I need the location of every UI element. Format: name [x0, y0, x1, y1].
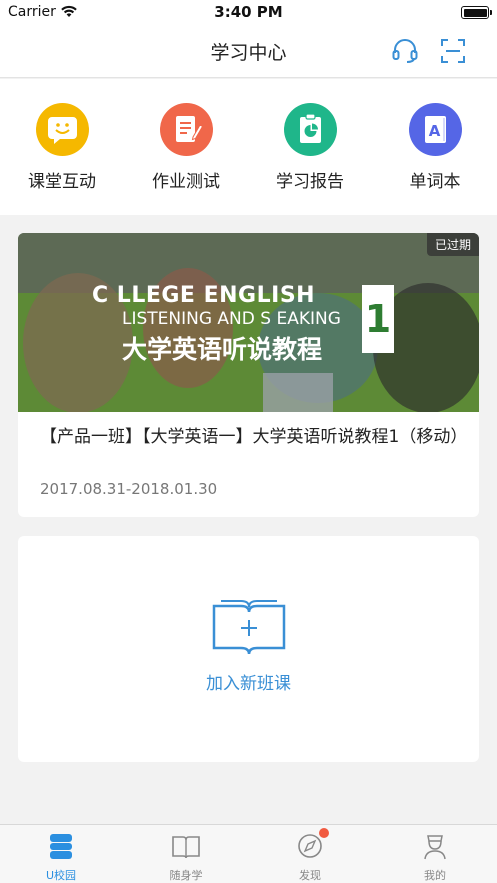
notification-dot	[319, 828, 329, 838]
tab-bar: U校园 随身学 发现 我的	[0, 824, 497, 883]
cover-title-cn: 大学英语听说教程	[122, 335, 323, 364]
notepad-pen-icon	[159, 103, 213, 156]
open-book-plus-icon	[212, 600, 286, 655]
tab-profile[interactable]: 我的	[395, 831, 475, 883]
page-title: 学习中心	[210, 42, 287, 64]
quick-item-label: 学习报告	[276, 172, 344, 192]
scan-icon[interactable]	[440, 38, 466, 64]
svg-text:A: A	[428, 122, 440, 140]
battery-icon	[461, 6, 492, 19]
course-card[interactable]: 已过期 C LLEGE ENGLISH LISTENING AND S EAKI…	[18, 233, 479, 517]
tab-ucampus[interactable]: U校园	[21, 831, 101, 883]
tab-label: 发现	[299, 869, 321, 882]
join-class-label: 加入新班课	[206, 674, 291, 694]
status-time: 3:40 PM	[214, 3, 283, 21]
quick-item-classroom[interactable]: 课堂互动	[17, 103, 107, 192]
tab-portable-learning[interactable]: 随身学	[146, 831, 226, 883]
compass-icon	[295, 828, 329, 861]
status-bar: Carrier 3:40 PM	[0, 0, 497, 26]
course-title: 【产品一班】【大学英语一】大学英语听说教程1（移动）	[40, 427, 468, 447]
quick-access-panel: 课堂互动 作业测试 学习报告 A 单词本	[0, 79, 497, 215]
cover-title-en: C LLEGE ENGLISH	[92, 283, 316, 308]
quick-item-report[interactable]: 学习报告	[265, 103, 355, 192]
ucampus-icon	[46, 831, 76, 861]
user-icon	[420, 831, 450, 861]
tab-label: U校园	[45, 869, 77, 882]
cover-volume-number: 1	[362, 285, 394, 353]
course-cover-image: 已过期 C LLEGE ENGLISH LISTENING AND S EAKI…	[18, 233, 479, 412]
headset-icon[interactable]	[391, 37, 419, 65]
quick-item-homework[interactable]: 作业测试	[141, 103, 231, 192]
nav-bar: 学习中心	[0, 26, 497, 78]
tab-label: 随身学	[169, 869, 203, 882]
quick-item-label: 单词本	[409, 172, 461, 192]
quick-item-label: 课堂互动	[28, 172, 96, 192]
quick-item-vocabulary[interactable]: A 单词本	[390, 103, 480, 192]
vocabulary-book-icon: A	[408, 103, 462, 156]
tab-label: 我的	[424, 869, 446, 882]
expired-badge: 已过期	[426, 233, 479, 256]
course-date-range: 2017.08.31-2018.01.30	[40, 480, 218, 498]
join-class-card[interactable]: 加入新班课	[18, 536, 479, 762]
book-icon	[171, 831, 201, 861]
quick-item-label: 作业测试	[152, 172, 220, 192]
tab-discover[interactable]: 发现	[270, 828, 350, 883]
smiley-chat-icon	[35, 103, 89, 156]
cover-subtitle-en: LISTENING AND S EAKING	[122, 309, 341, 329]
report-chart-icon	[283, 103, 337, 156]
